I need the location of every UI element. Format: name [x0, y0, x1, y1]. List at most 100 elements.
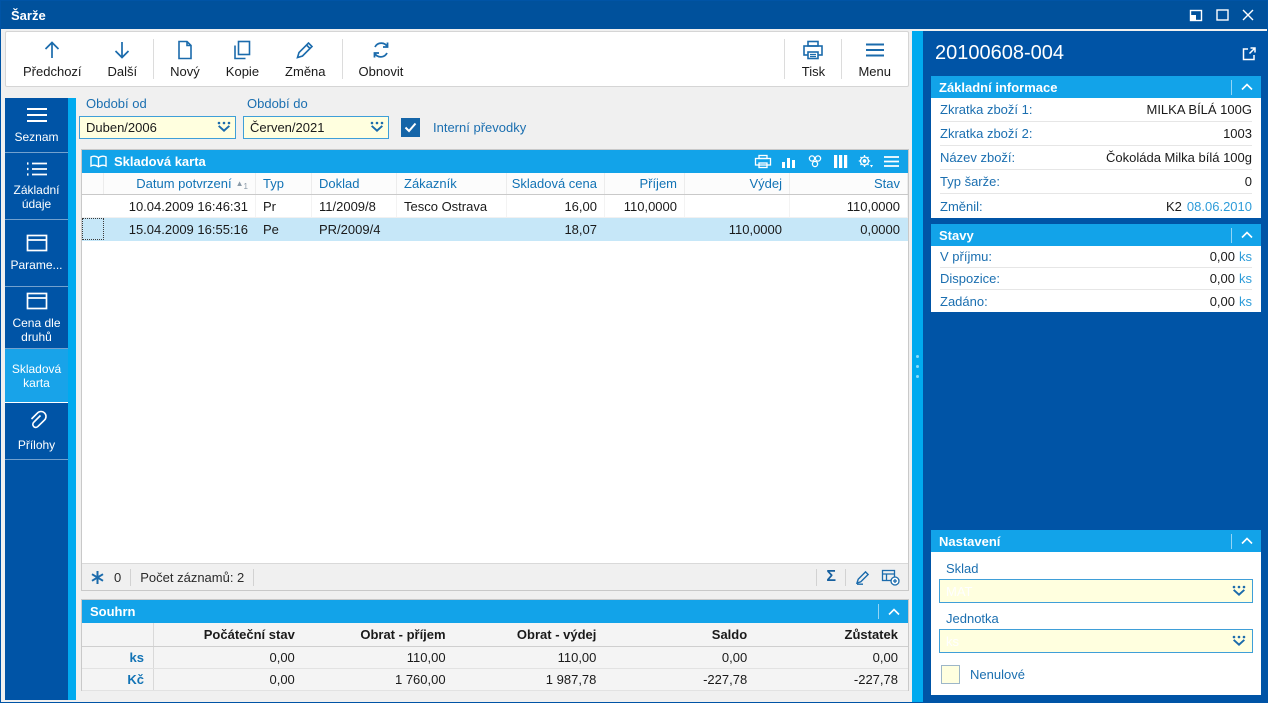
stock-card-panel: Skladová karta Datum potvrzení ▲ 1 Ty: [81, 149, 909, 591]
nonzero-label[interactable]: Nenulové: [970, 667, 1025, 682]
states-header: Stavy: [931, 224, 1261, 246]
sidebar-item-seznam[interactable]: Seznam: [5, 98, 68, 153]
new-button[interactable]: Nový: [157, 34, 213, 84]
list-item: Zkratka zboží 2: 1003: [940, 122, 1252, 146]
sidebar-accent-strip: [68, 98, 76, 700]
internal-transfers-checkbox[interactable]: [401, 118, 420, 137]
period-to-combo[interactable]: Červen/2021: [243, 116, 389, 139]
collapse-icon[interactable]: [1231, 534, 1253, 549]
print-grid-icon[interactable]: [754, 154, 772, 169]
window-body: Předchozí Další Nový Kopie Změna: [1, 29, 1267, 702]
open-external-icon[interactable]: [1241, 46, 1257, 62]
gear-icon[interactable]: [857, 154, 874, 169]
internal-transfers-label[interactable]: Interní převodky: [433, 120, 526, 135]
collapse-icon[interactable]: [878, 604, 900, 619]
new-document-icon: [174, 39, 196, 61]
row-selector-cell: [82, 218, 104, 240]
sidebar-item-prilohy[interactable]: Přílohy: [5, 403, 68, 460]
basic-info-body: Zkratka zboží 1: MILKA BÍLÁ 100G Zkratka…: [931, 98, 1261, 218]
edit-button[interactable]: Změna: [272, 34, 338, 84]
period-to-label: Období do: [247, 96, 308, 111]
chart-icon[interactable]: [781, 155, 797, 169]
panel-box-icon: [26, 292, 48, 310]
changed-date-link[interactable]: 08.06.2010: [1187, 199, 1252, 214]
collapse-icon[interactable]: [1231, 228, 1253, 243]
titlebar: Šarže: [1, 1, 1267, 29]
column-header-skladova-cena[interactable]: Skladová cena: [507, 173, 605, 194]
column-header-datum[interactable]: Datum potvrzení ▲ 1: [104, 173, 256, 194]
refresh-button[interactable]: Obnovit: [346, 34, 417, 84]
settings-body: Sklad MAT Jednotka ks Nenulové: [931, 552, 1261, 695]
column-header-stav[interactable]: Stav: [790, 173, 908, 194]
settings-header: Nastavení: [931, 530, 1261, 552]
combo-dropdown-icon[interactable]: [215, 121, 233, 134]
column-header-vydej[interactable]: Výdej: [685, 173, 790, 194]
maximize-icon[interactable]: [1209, 3, 1235, 27]
previous-button[interactable]: Předchozí: [10, 34, 95, 84]
nonzero-checkbox[interactable]: [941, 665, 960, 684]
unit-combo[interactable]: ks: [939, 629, 1253, 653]
states-section: Stavy V příjmu: 0,00 ks Dispozice: 0,00 …: [931, 224, 1261, 312]
main-toolbar: Předchozí Další Nový Kopie Změna: [5, 31, 909, 87]
footer-separator: [253, 569, 254, 586]
list-item: Název zboží: Čokoláda Milka bílá 100g: [940, 146, 1252, 170]
list-item: V příjmu: 0,00 ks: [940, 246, 1252, 268]
group-icon[interactable]: [806, 154, 824, 169]
combo-dropdown-icon[interactable]: [368, 121, 386, 134]
collapse-icon[interactable]: [1231, 80, 1253, 95]
summary-corner-cell: [82, 623, 154, 646]
column-header-doklad[interactable]: Doklad: [312, 173, 397, 194]
toolbar-separator: [342, 39, 343, 79]
window-restore-icon[interactable]: [1183, 3, 1209, 27]
flag-asterisk-icon: [90, 570, 105, 585]
period-from-combo[interactable]: Duben/2006: [79, 116, 236, 139]
arrow-down-icon: [111, 39, 133, 61]
list-item: Zkratka zboží 1: MILKA BÍLÁ 100G: [940, 98, 1252, 122]
sidebar-item-zakladni-udaje[interactable]: Základní údaje: [5, 153, 68, 220]
summary-row-kc: Kč 0,00 1 760,00 1 987,78 -227,78 -227,7…: [82, 669, 908, 691]
edit-pencil-icon[interactable]: [855, 569, 872, 585]
close-icon[interactable]: [1235, 3, 1261, 27]
table-row-selected[interactable]: 15.04.2009 16:55:16 Pe PR/2009/4 18,07 1…: [82, 218, 908, 241]
unit-label: Jednotka: [946, 611, 1253, 626]
selector-column-header: [82, 173, 104, 194]
sidebar-item-skladova-karta[interactable]: Skladová karta: [5, 349, 68, 403]
summary-row-ks: ks 0,00 110,00 110,00 0,00 0,00: [82, 647, 908, 669]
warehouse-combo[interactable]: MAT: [939, 579, 1253, 603]
list-icon: [25, 106, 49, 124]
list-item: Dispozice: 0,00 ks: [940, 268, 1252, 290]
grid-column-headers: Datum potvrzení ▲ 1 Typ Doklad Zákazník …: [82, 173, 908, 195]
grid-menu-icon[interactable]: [883, 155, 900, 168]
panel-splitter[interactable]: [912, 31, 923, 702]
next-button[interactable]: Další: [95, 34, 151, 84]
flag-count: 0: [114, 570, 121, 585]
paperclip-icon: [27, 410, 47, 432]
period-from-label: Období od: [86, 96, 147, 111]
detail-list-icon: [25, 161, 49, 177]
row-selector-cell: [82, 195, 104, 217]
toolbar-separator: [841, 39, 842, 79]
menu-button[interactable]: Menu: [845, 34, 904, 84]
stock-card-title: Skladová karta: [114, 154, 206, 169]
sum-icon[interactable]: Σ: [826, 568, 836, 586]
detail-panel: 20100608-004 Základní informace Zkratka …: [923, 31, 1267, 702]
copy-button[interactable]: Kopie: [213, 34, 272, 84]
table-row[interactable]: 10.04.2009 16:46:31 Pr 11/2009/8 Tesco O…: [82, 195, 908, 218]
toolbar-separator: [153, 39, 154, 79]
book-icon: [90, 155, 107, 168]
detail-title-row: 20100608-004: [931, 31, 1261, 76]
copy-icon: [231, 39, 253, 61]
print-button[interactable]: Tisk: [788, 34, 838, 84]
summary-column-headers: Počáteční stav Obrat - příjem Obrat - vý…: [82, 623, 908, 647]
sort-asc-icon: ▲: [236, 179, 244, 188]
column-header-zakaznik[interactable]: Zákazník: [397, 173, 507, 194]
sidebar-item-parametry[interactable]: Parame...: [5, 220, 68, 287]
column-header-prijem[interactable]: Příjem: [605, 173, 685, 194]
sidebar-item-cena-dle-druhu[interactable]: Cena dle druhů: [5, 287, 68, 349]
combo-dropdown-icon[interactable]: [1230, 635, 1248, 648]
combo-dropdown-icon[interactable]: [1230, 585, 1248, 598]
columns-icon[interactable]: [833, 154, 848, 169]
pencil-icon: [294, 39, 316, 61]
add-record-icon[interactable]: [881, 569, 900, 586]
column-header-typ[interactable]: Typ: [256, 173, 312, 194]
